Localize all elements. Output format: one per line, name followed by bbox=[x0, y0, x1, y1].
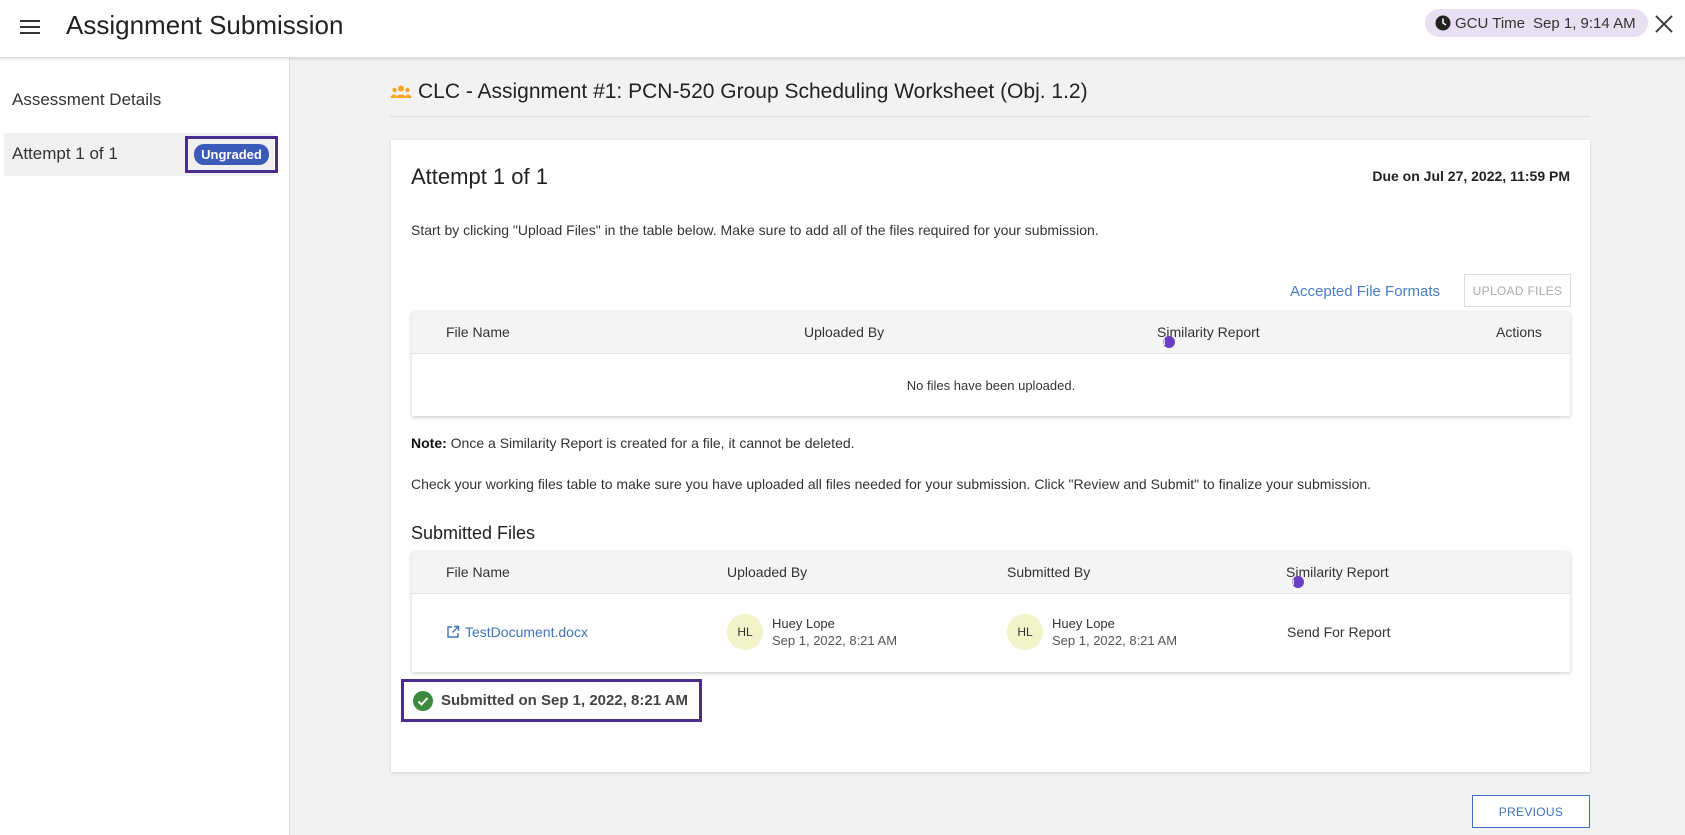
note-text: Once a Similarity Report is created for … bbox=[446, 435, 855, 451]
column-header: File Name bbox=[446, 324, 510, 340]
external-link-icon bbox=[447, 625, 460, 638]
due-date: Due on Jul 27, 2022, 11:59 PM bbox=[1372, 168, 1570, 184]
group-icon bbox=[390, 85, 412, 98]
menu-icon[interactable] bbox=[20, 17, 44, 37]
sidebar-item-label: Attempt 1 of 1 bbox=[12, 144, 118, 163]
person-date: Sep 1, 2022, 8:21 AM bbox=[1052, 633, 1178, 648]
empty-message: No files have been uploaded. bbox=[906, 377, 1076, 393]
submitted-status-text: Submitted on Sep 1, 2022, 8:21 AM bbox=[441, 692, 689, 709]
column-header: Submitted By bbox=[1007, 564, 1091, 580]
sidebar: Assessment Details Attempt 1 of 1 Ungrad… bbox=[0, 58, 290, 835]
avatar: HL bbox=[1007, 614, 1043, 650]
column-header: Uploaded By bbox=[804, 324, 885, 340]
top-bar: Assignment Submission GCU Time Sep 1, 9:… bbox=[0, 0, 1685, 58]
page-title: Assignment Submission bbox=[66, 10, 344, 40]
person-info: Huey Lope Sep 1, 2022, 8:21 AM bbox=[1052, 616, 1177, 648]
column-header: File Name bbox=[446, 564, 510, 580]
file-name: TestDocument.docx bbox=[465, 624, 588, 640]
submitted-files-heading: Submitted Files bbox=[411, 523, 536, 543]
column-header: Uploaded By bbox=[727, 564, 808, 580]
check-instructions: Check your working files table to make s… bbox=[411, 476, 1372, 492]
time-value: Sep 1, 9:14 AM bbox=[1533, 14, 1636, 32]
attempt-title: Attempt 1 of 1 bbox=[411, 164, 548, 189]
column-header: Actions bbox=[1496, 324, 1542, 340]
time-indicator: GCU Time Sep 1, 9:14 AM bbox=[1425, 9, 1648, 37]
close-icon[interactable] bbox=[1652, 12, 1676, 36]
attempt-card: Attempt 1 of 1 Due on Jul 27, 2022, 11:5… bbox=[391, 140, 1590, 772]
person-name: Huey Lope bbox=[772, 616, 835, 631]
divider bbox=[390, 116, 1590, 117]
submitted-by: HL Huey Lope Sep 1, 2022, 8:21 AM bbox=[1007, 614, 1177, 650]
person-name: Huey Lope bbox=[1052, 616, 1115, 631]
main-content: CLC - Assignment #1: PCN-520 Group Sched… bbox=[290, 58, 1685, 835]
send-for-report-button[interactable]: Send For Report bbox=[1287, 624, 1391, 640]
person-info: Huey Lope Sep 1, 2022, 8:21 AM bbox=[772, 616, 897, 648]
person-date: Sep 1, 2022, 8:21 AM bbox=[772, 633, 898, 648]
file-link[interactable]: TestDocument.docx bbox=[446, 624, 588, 640]
table-header: File Name Uploaded By Similarity Report … bbox=[412, 312, 1570, 354]
previous-button[interactable]: PREVIOUS bbox=[1472, 795, 1590, 828]
note: Note: Once a Similarity Report is create… bbox=[411, 435, 855, 451]
table-header: File Name Uploaded By Submitted By Simil… bbox=[412, 552, 1570, 594]
assignment-title: CLC - Assignment #1: PCN-520 Group Sched… bbox=[418, 80, 1088, 103]
uploaded-by: HL Huey Lope Sep 1, 2022, 8:21 AM bbox=[727, 614, 897, 650]
info-icon[interactable]: i bbox=[1292, 576, 1304, 588]
accepted-file-formats-link[interactable]: Accepted File Formats bbox=[1290, 283, 1440, 300]
table-row: TestDocument.docx HL Huey Lope Sep 1, 20… bbox=[412, 594, 1570, 672]
check-circle-icon bbox=[413, 690, 433, 711]
sidebar-item-attempt[interactable]: Attempt 1 of 1 Ungraded bbox=[4, 133, 278, 176]
badge-highlight: Ungraded bbox=[185, 136, 278, 173]
time-label: GCU Time bbox=[1455, 14, 1526, 32]
avatar: HL bbox=[727, 614, 763, 650]
assignment-heading: CLC - Assignment #1: PCN-520 Group Sched… bbox=[390, 80, 1088, 104]
upload-files-button[interactable]: UPLOAD FILES bbox=[1464, 274, 1571, 307]
working-files-table: File Name Uploaded By Similarity Report … bbox=[412, 312, 1570, 416]
instructions: Start by clicking "Upload Files" in the … bbox=[411, 222, 1099, 238]
status-badge: Ungraded bbox=[194, 144, 269, 165]
submitted-status: Submitted on Sep 1, 2022, 8:21 AM bbox=[401, 679, 702, 722]
sidebar-heading[interactable]: Assessment Details bbox=[12, 90, 161, 110]
submitted-files-table: File Name Uploaded By Submitted By Simil… bbox=[412, 552, 1570, 672]
clock-icon bbox=[1435, 15, 1451, 31]
column-header-similarity: Similarity Report i bbox=[1157, 324, 1260, 348]
column-header-similarity: Similarity Report i bbox=[1286, 564, 1389, 588]
note-label: Note: bbox=[411, 435, 447, 451]
info-icon[interactable]: i bbox=[1163, 336, 1175, 348]
